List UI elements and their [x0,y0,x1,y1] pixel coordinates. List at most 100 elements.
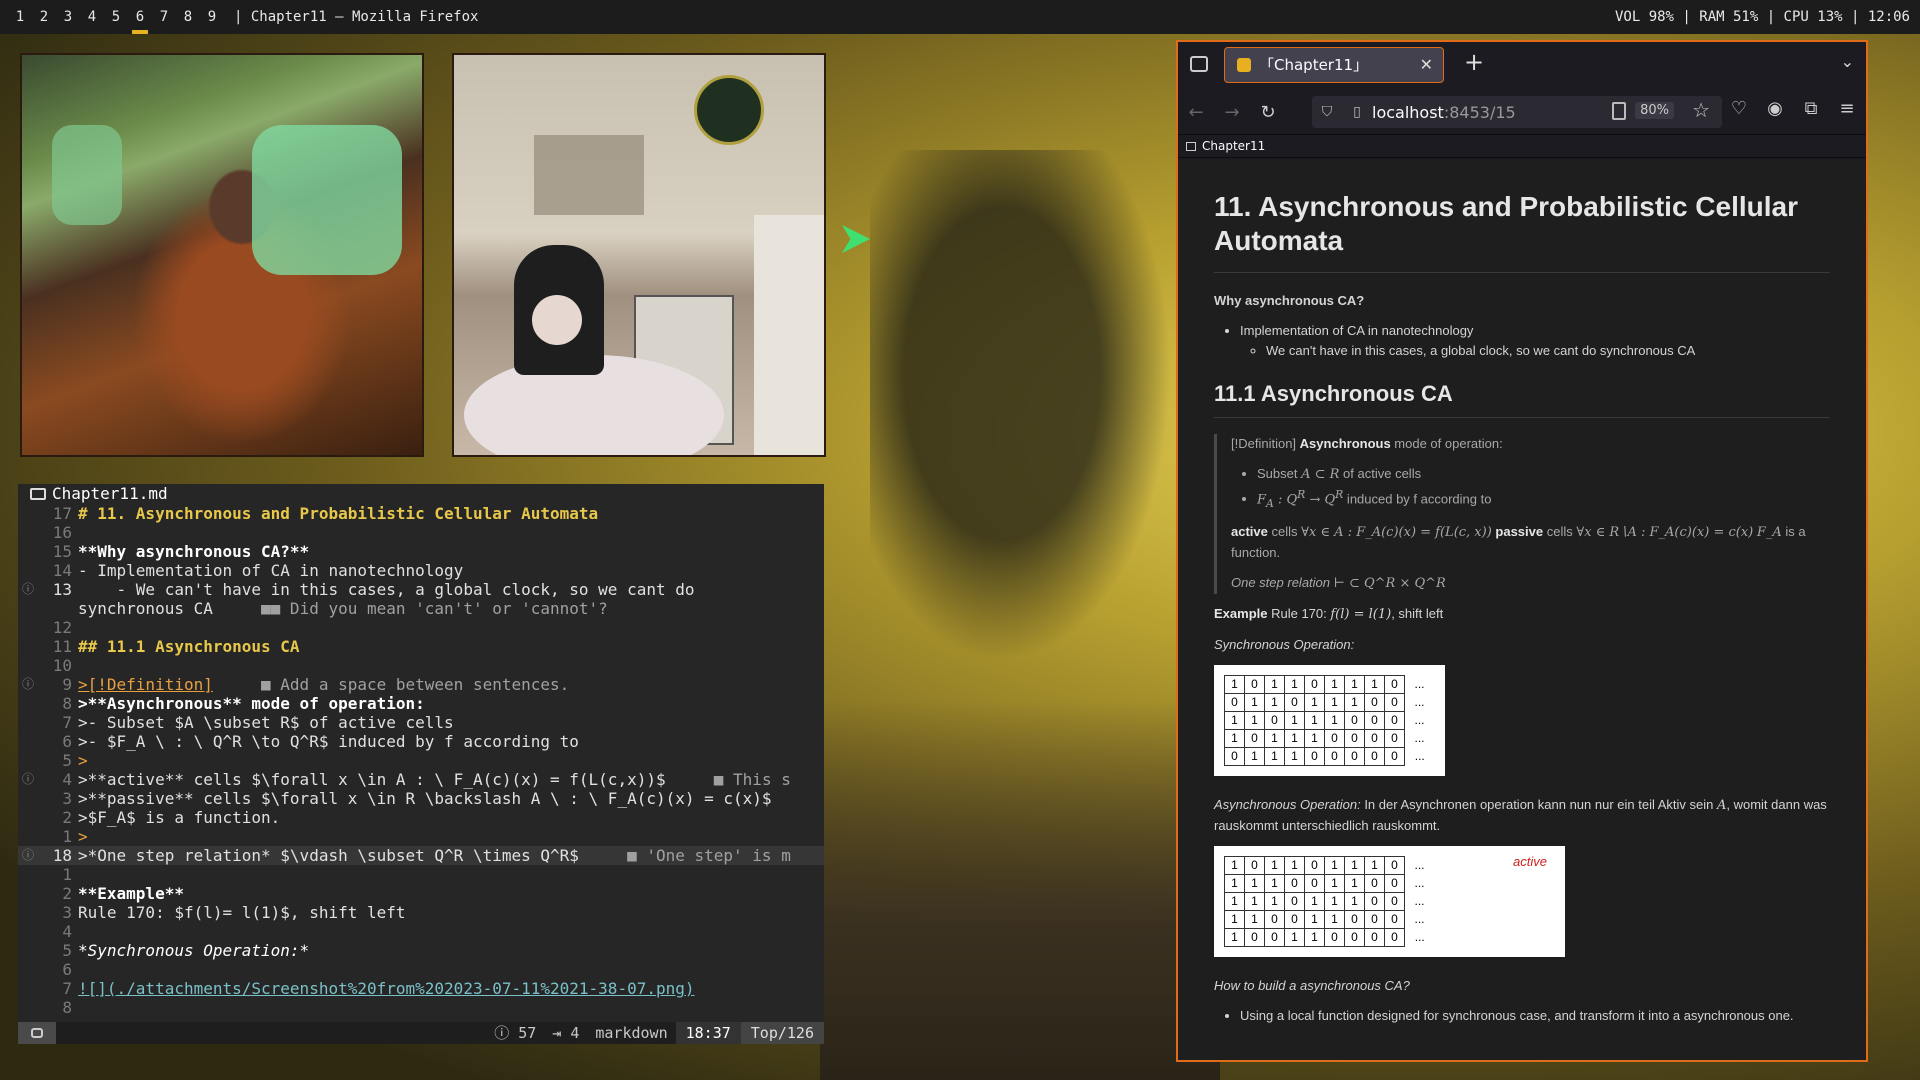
line-text[interactable]: *Synchronous Operation:* [78,941,824,960]
editor-line[interactable]: 2 **Example** [18,884,824,903]
editor-buffer[interactable]: 17 # 11. Asynchronous and Probabilistic C… [18,504,824,1021]
page-icon[interactable]: ▯ [1342,104,1372,120]
line-content[interactable]: synchronous CA [78,599,261,618]
line-content[interactable]: Rule 170: $f(l)= l(1)$, shift left [78,903,406,922]
line-text[interactable]: - Implementation of CA in nanotechnology [78,561,824,580]
url-path[interactable]: :8453/15 [1444,103,1516,122]
reader-view-icon[interactable] [1612,102,1626,120]
zoom-level[interactable]: 80% [1635,102,1674,119]
line-content[interactable]: >- Subset $A \subset R$ of active cells [78,713,454,732]
workspace-3[interactable]: 3 [56,0,80,34]
line-text[interactable]: **Why asynchronous CA?** [78,542,824,561]
line-text[interactable]: Rule 170: $f(l)= l(1)$, shift left [78,903,824,922]
back-button[interactable]: ← [1178,102,1214,123]
line-text[interactable] [78,618,824,637]
forward-button[interactable]: → [1214,102,1250,123]
close-tab-icon[interactable]: ✕ [1420,48,1433,82]
diagnostic-info-icon[interactable]: ⓘ [18,770,38,789]
line-text[interactable]: > [78,751,824,770]
reload-button[interactable]: ↻ [1250,102,1286,123]
editor-line[interactable]: 1 > [18,827,824,846]
editor-line[interactable]: 15 **Why asynchronous CA?** [18,542,824,561]
line-text[interactable] [78,865,824,884]
pocket-icon[interactable]: ♡ [1728,98,1750,119]
firefox-window[interactable]: 「Chapter11」 ✕ + ⌄ ← → ↻ ⛉ ▯ localhost:84… [1176,40,1868,1062]
bookmark-chapter11[interactable]: Chapter11 [1202,135,1265,157]
line-content[interactable]: >**passive** cells $\forall x \in R \bac… [78,789,772,808]
diagnostic-info-icon[interactable]: ⓘ [18,846,38,865]
diagnostic-info-icon[interactable]: ⓘ [18,580,38,599]
line-content[interactable]: **Example** [78,884,184,903]
line-text[interactable]: >$F_A$ is a function. [78,808,824,827]
editor-line[interactable]: 6 >- $F_A \ : \ Q^R \to Q^R$ induced by f… [18,732,824,751]
line-text[interactable]: **Example** [78,884,824,903]
editor-line[interactable]: 10 [18,656,824,675]
line-text[interactable]: >**passive** cells $\forall x \in R \bac… [78,789,824,808]
line-text[interactable]: ![](./attachments/Screenshot%20from%2020… [78,979,824,998]
line-text[interactable]: > [78,827,824,846]
line-content[interactable]: ![](./attachments/Screenshot%20from%2020… [78,979,695,998]
line-content[interactable]: >$F_A$ is a function. [78,808,280,827]
workspace-2[interactable]: 2 [32,0,56,34]
workspace-4[interactable]: 4 [80,0,104,34]
diagnostics-count[interactable]: ⓘ 57 [486,1022,544,1044]
workspace-8[interactable]: 8 [176,0,200,34]
editor-line[interactable]: 14 - Implementation of CA in nanotechnolo… [18,561,824,580]
line-content[interactable]: - We can't have in this cases, a global … [78,580,695,599]
editor-line[interactable]: 17 # 11. Asynchronous and Probabilistic C… [18,504,824,523]
editor-line[interactable]: 4 [18,922,824,941]
line-content[interactable]: >- $F_A \ : \ Q^R \to Q^R$ induced by f … [78,732,579,751]
line-content[interactable]: >[!Definition] [78,675,213,694]
editor-line[interactable]: 5 > [18,751,824,770]
new-tab-button[interactable]: + [1464,48,1484,76]
line-text[interactable]: ## 11.1 Asynchronous CA [78,637,824,656]
line-content[interactable]: # 11. Asynchronous and Probabilistic Cel… [78,504,598,523]
editor-line[interactable]: synchronous CA ■■ Did you mean 'can't' o… [18,599,824,618]
tab-list-icon[interactable] [1190,56,1208,72]
editor-line[interactable]: 3 Rule 170: $f(l)= l(1)$, shift left [18,903,824,922]
workspace-5[interactable]: 5 [104,0,128,34]
editor-line[interactable]: 16 [18,523,824,542]
line-text[interactable]: >**Asynchronous** mode of operation: [78,694,824,713]
url-bar[interactable]: ⛉ ▯ localhost:8453/15 80% ☆ [1312,96,1722,128]
line-text[interactable]: >- Subset $A \subset R$ of active cells [78,713,824,732]
editor-line[interactable]: 3 >**passive** cells $\forall x \in R \ba… [18,789,824,808]
workspace-1[interactable]: 1 [8,0,32,34]
line-text[interactable]: >[!Definition] ■ Add a space between sen… [78,675,824,694]
line-text[interactable]: >**active** cells $\forall x \in A : \ F… [78,770,824,789]
editor-line[interactable]: ⓘ 9 >[!Definition] ■ Add a space between s… [18,675,824,694]
line-content[interactable]: >**Asynchronous** mode of operation: [78,694,425,713]
line-text[interactable]: # 11. Asynchronous and Probabilistic Cel… [78,504,824,523]
line-text[interactable]: - We can't have in this cases, a global … [78,580,824,599]
line-content[interactable]: >*One step relation* $\vdash \subset Q^R… [78,846,579,865]
bookmark-star-icon[interactable]: ☆ [1692,98,1710,122]
editor-line[interactable]: 12 [18,618,824,637]
diagnostic-info-icon[interactable]: ⓘ [18,675,38,694]
editor-line[interactable]: 8 [18,998,824,1017]
line-content[interactable]: *Synchronous Operation:* [78,941,309,960]
shield-icon[interactable]: ⛉ [1312,104,1342,120]
line-text[interactable] [78,656,824,675]
account-icon[interactable]: ◉ [1764,98,1786,119]
line-content[interactable]: >**active** cells $\forall x \in A : \ F… [78,770,666,789]
workspace-9[interactable]: 9 [200,0,224,34]
editor-line[interactable]: 8 >**Asynchronous** mode of operation: [18,694,824,713]
line-content[interactable]: > [78,827,88,846]
editor-line[interactable]: 11 ## 11.1 Asynchronous CA [18,637,824,656]
editor-line[interactable]: ⓘ 13 - We can't have in this cases, a glo… [18,580,824,599]
text-editor-window[interactable]: Chapter11.md 17 # 11. Asynchronous and Pr… [18,484,824,1044]
editor-line[interactable]: 1 [18,865,824,884]
menu-icon[interactable]: ≡ [1836,98,1858,119]
line-text[interactable] [78,960,824,979]
tab-chapter11[interactable]: 「Chapter11」 ✕ [1224,47,1444,83]
line-content[interactable]: > [78,751,88,770]
page-content[interactable]: 11. Asynchronous and Probabilistic Cellu… [1178,160,1866,1060]
editor-line[interactable]: 2 >$F_A$ is a function. [18,808,824,827]
editor-line[interactable]: ⓘ 4 >**active** cells $\forall x \in A : \… [18,770,824,789]
line-text[interactable] [78,998,824,1017]
url-host[interactable]: localhost [1372,103,1444,122]
line-text[interactable]: >- $F_A \ : \ Q^R \to Q^R$ induced by f … [78,732,824,751]
editor-tabline[interactable]: Chapter11.md [18,484,824,504]
workspace-7[interactable]: 7 [152,0,176,34]
line-text[interactable] [78,523,824,542]
